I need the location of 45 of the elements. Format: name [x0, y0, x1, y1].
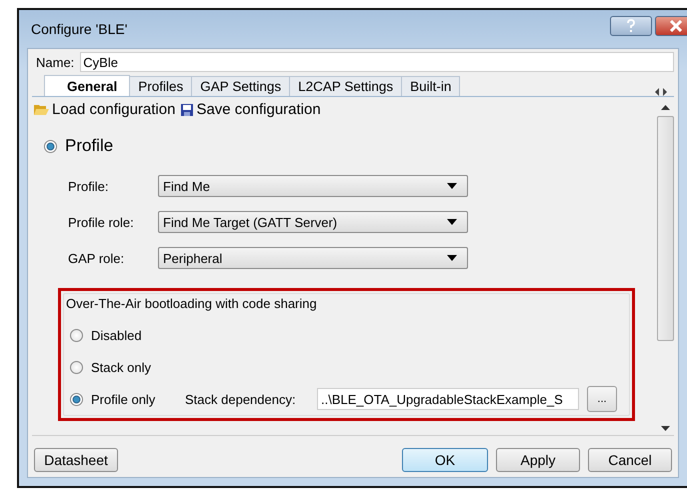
field-label: GAP role:	[68, 250, 126, 266]
profile-label: Profile	[65, 136, 114, 156]
close-button[interactable]	[655, 16, 687, 36]
tab[interactable]: Built-in	[401, 76, 460, 96]
tab[interactable]: General	[44, 75, 130, 96]
dropdown[interactable]: Find Me Target (GATT Server)	[158, 211, 468, 233]
help-button[interactable]	[610, 16, 652, 36]
option-label: Disabled	[91, 328, 143, 342]
field-label: Profile role:	[68, 214, 135, 230]
name-field[interactable]: CyBle	[80, 52, 674, 72]
caret-icon	[447, 219, 457, 225]
name-label: Name:	[36, 54, 74, 70]
tab[interactable]: Profiles	[129, 76, 192, 96]
folder-icon	[34, 103, 49, 116]
tab[interactable]: L2CAP Settings	[289, 76, 402, 96]
caret-icon	[447, 183, 457, 189]
tab[interactable]: GAP Settings	[191, 76, 290, 96]
dialog-button[interactable]: Apply	[496, 448, 580, 472]
load-button[interactable]: Load configuration	[34, 101, 176, 118]
caret-icon	[447, 255, 457, 261]
save-button[interactable]: Save configuration	[181, 101, 321, 118]
option-label: Stack only	[91, 360, 152, 374]
stack-dependency-label: Stack dependency:	[185, 392, 297, 406]
window-title: Configure 'BLE'	[31, 21, 128, 37]
radio-button[interactable]	[70, 360, 83, 374]
dialog-button[interactable]: Datasheet	[34, 448, 118, 472]
dropdown[interactable]: Find Me	[158, 175, 468, 197]
option-label: Profile only	[91, 392, 156, 406]
up-arrow-icon	[661, 105, 670, 110]
dropdown[interactable]: Peripheral	[158, 247, 468, 269]
dialog-button[interactable]: OK	[402, 448, 488, 472]
browse-button[interactable]: ...	[587, 386, 617, 412]
radio-button[interactable]	[44, 140, 57, 152]
radio-button[interactable]	[70, 328, 83, 342]
floppy-icon	[181, 104, 194, 116]
path-field[interactable]: ..\BLE_OTA_UpgradableStackExample_S	[317, 388, 579, 410]
help-icon	[626, 19, 636, 33]
field-label: Profile:	[68, 178, 110, 194]
down-arrow-icon	[661, 426, 670, 431]
radio-button[interactable]	[70, 392, 83, 406]
group-title: Over-The-Air bootloading with code sharing	[66, 296, 318, 311]
scroll-arrows-icon	[654, 88, 668, 96]
dialog-button[interactable]: Cancel	[588, 448, 672, 472]
close-icon	[669, 20, 683, 32]
scroll-thumb[interactable]	[657, 116, 674, 341]
